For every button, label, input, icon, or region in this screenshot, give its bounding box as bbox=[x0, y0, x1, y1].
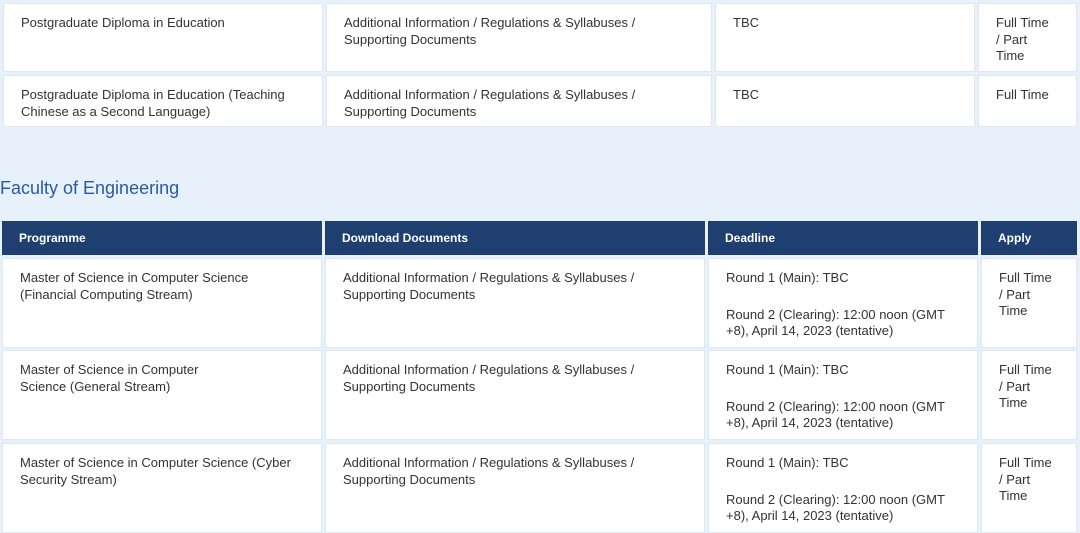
table-cell-deadline: Round 1 (Main): TBC Round 2 (Clearing): … bbox=[708, 443, 978, 533]
table-cell-deadline: TBC bbox=[715, 75, 975, 127]
table-cell-docs: Additional Information / Regulations & S… bbox=[325, 350, 705, 440]
apply-link[interactable]: Full Time / Part Time bbox=[999, 270, 1060, 320]
table-cell-programme: Master of Science in Computer Science (F… bbox=[2, 258, 322, 348]
table-cell-apply: Full Time / Part Time bbox=[981, 443, 1077, 533]
table-cell-docs: Additional Information / Regulations & S… bbox=[326, 75, 712, 127]
apply-link[interactable]: Full Time bbox=[996, 87, 1060, 104]
header-apply: Apply bbox=[981, 221, 1077, 255]
download-documents-link[interactable]: Additional Information / Regulations & S… bbox=[343, 455, 688, 488]
section-title: Faculty of Engineering bbox=[0, 178, 180, 198]
table-cell-apply: Full Time bbox=[978, 75, 1077, 127]
download-documents-link[interactable]: Additional Information / Regulations & S… bbox=[344, 15, 695, 48]
table-cell-docs: Additional Information / Regulations & S… bbox=[325, 443, 705, 533]
deadline-round-1: Round 1 (Main): TBC bbox=[726, 455, 849, 470]
table-cell-docs: Additional Information / Regulations & S… bbox=[325, 258, 705, 348]
deadline-round-1: Round 1 (Main): TBC bbox=[726, 362, 849, 377]
deadline-text: TBC bbox=[733, 87, 759, 102]
download-documents-link[interactable]: Additional Information / Regulations & S… bbox=[343, 270, 688, 303]
table-cell-programme: Master of Science in Computer Science (C… bbox=[2, 443, 322, 533]
apply-link[interactable]: Full Time / Part Time bbox=[996, 15, 1060, 65]
table-cell-programme: Postgraduate Diploma in Education (Teach… bbox=[3, 75, 323, 127]
programme-name: Master of Science in Computer Science (F… bbox=[20, 270, 249, 302]
deadline-round-2: Round 2 (Clearing): 12:00 noon (GMT +8),… bbox=[726, 398, 945, 431]
table-cell-programme: Master of Science in Computer Science (G… bbox=[2, 350, 322, 440]
programme-name: Postgraduate Diploma in Education bbox=[21, 15, 225, 30]
table-cell-apply: Full Time / Part Time bbox=[981, 258, 1077, 348]
table-cell-apply: Full Time / Part Time bbox=[978, 3, 1077, 72]
programme-name: Postgraduate Diploma in Education (Teach… bbox=[21, 87, 285, 119]
table-cell-deadline: Round 1 (Main): TBC Round 2 (Clearing): … bbox=[708, 350, 978, 440]
deadline-text: TBC bbox=[733, 15, 759, 30]
apply-link[interactable]: Full Time / Part Time bbox=[999, 362, 1060, 412]
table-cell-deadline: Round 1 (Main): TBC Round 2 (Clearing): … bbox=[708, 258, 978, 348]
deadline-round-1: Round 1 (Main): TBC bbox=[726, 270, 849, 285]
header-deadline: Deadline bbox=[708, 221, 978, 255]
deadline-round-2: Round 2 (Clearing): 12:00 noon (GMT +8),… bbox=[726, 491, 945, 524]
programme-name: Master of Science in Computer Science (G… bbox=[20, 362, 199, 394]
table-cell-deadline: TBC bbox=[715, 3, 975, 72]
table-cell-apply: Full Time / Part Time bbox=[981, 350, 1077, 440]
programme-name: Master of Science in Computer Science (C… bbox=[20, 455, 291, 487]
header-programme: Programme bbox=[2, 221, 322, 255]
download-documents-link[interactable]: Additional Information / Regulations & S… bbox=[344, 87, 695, 120]
download-documents-link[interactable]: Additional Information / Regulations & S… bbox=[343, 362, 688, 395]
deadline-round-2: Round 2 (Clearing): 12:00 noon (GMT +8),… bbox=[726, 306, 945, 339]
header-download-documents: Download Documents bbox=[325, 221, 705, 255]
table-cell-programme: Postgraduate Diploma in Education bbox=[3, 3, 323, 72]
table-cell-docs: Additional Information / Regulations & S… bbox=[326, 3, 712, 72]
apply-link[interactable]: Full Time / Part Time bbox=[999, 455, 1060, 505]
